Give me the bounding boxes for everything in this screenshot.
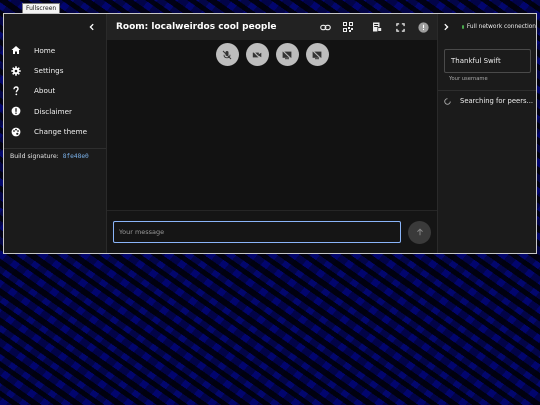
connection-status-dot xyxy=(462,25,464,29)
peer-search-status: Searching for peers... xyxy=(438,97,536,105)
nav-item-settings[interactable]: Settings xyxy=(4,60,106,80)
user-avatar-icon[interactable] xyxy=(415,19,431,35)
screen-share-off-button[interactable] xyxy=(275,43,299,66)
username-value: Thankful Swift xyxy=(451,57,501,65)
message-input[interactable] xyxy=(113,221,401,243)
nav-item-change-theme[interactable]: Change theme xyxy=(4,122,106,142)
nav-item-label: Settings xyxy=(34,66,64,76)
username-field[interactable]: Thankful Swift xyxy=(444,49,531,73)
peer-list-panel: Full network connection Thankful Swift Y… xyxy=(437,14,536,253)
media-controls xyxy=(107,40,437,75)
message-log xyxy=(107,75,437,210)
qr-code-icon[interactable] xyxy=(340,19,356,35)
nav-item-about[interactable]: About xyxy=(4,81,106,101)
build-signature: Build signature: 8fe48e0 xyxy=(10,152,89,160)
home-icon xyxy=(10,44,22,56)
close-peers-chevron-right-icon[interactable] xyxy=(442,19,450,35)
close-drawer-chevron-left-icon[interactable] xyxy=(84,19,100,35)
room-title: Room: localweirdos cool people xyxy=(116,22,277,32)
divider xyxy=(4,147,106,149)
link-icon[interactable] xyxy=(317,19,333,35)
message-composer xyxy=(107,210,437,253)
nav-item-label: Change theme xyxy=(34,127,88,137)
nav-item-home[interactable]: Home xyxy=(4,40,106,60)
nav-drawer: Home Settings About Disclaimer Change th… xyxy=(4,14,107,253)
video-off-button[interactable] xyxy=(245,43,269,66)
room-header: Room: localweirdos cool people xyxy=(107,14,437,40)
microphone-off-button[interactable] xyxy=(215,43,239,66)
nav-item-label: Home xyxy=(34,45,56,55)
fullscreen-icon[interactable] xyxy=(392,19,408,35)
question-icon xyxy=(10,85,22,97)
build-hash-link[interactable]: 8fe48e0 xyxy=(63,153,89,160)
palette-icon xyxy=(10,126,22,138)
connection-status: Full network connection xyxy=(466,24,536,30)
divider xyxy=(438,90,536,91)
audio-share-off-button[interactable] xyxy=(305,43,329,66)
room-main: Room: localweirdos cool people xyxy=(107,14,437,253)
gear-icon xyxy=(10,65,22,77)
username-label: Your username xyxy=(449,76,488,82)
peer-search-text: Searching for peers... xyxy=(460,97,534,105)
nav-item-label: About xyxy=(34,86,56,96)
app-window: Home Settings About Disclaimer Change th… xyxy=(3,13,537,254)
nav-item-label: Disclaimer xyxy=(34,106,73,116)
spinner-icon xyxy=(444,97,451,105)
nav-item-disclaimer[interactable]: Disclaimer xyxy=(4,101,106,121)
notes-icon[interactable] xyxy=(369,19,385,35)
alert-icon xyxy=(10,105,22,117)
send-button[interactable] xyxy=(408,220,431,244)
